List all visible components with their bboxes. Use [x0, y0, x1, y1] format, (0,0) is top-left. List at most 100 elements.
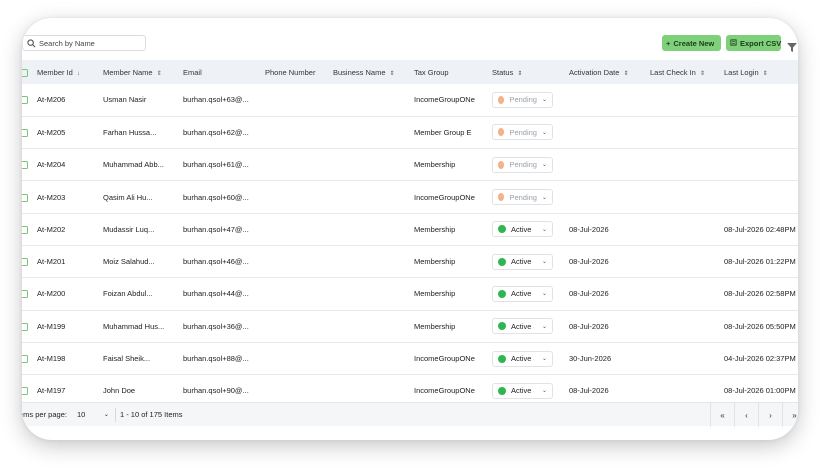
- status-dropdown[interactable]: Pending ⌄: [492, 156, 553, 173]
- status-dropdown[interactable]: Pending ⌄: [492, 189, 553, 206]
- member-id-cell: At-M204: [37, 149, 103, 181]
- status-dropdown[interactable]: Pending ⌄: [492, 91, 553, 108]
- last-page-icon[interactable]: »: [782, 403, 798, 427]
- row-checkbox[interactable]: [22, 128, 28, 137]
- row-checkbox[interactable]: [22, 161, 28, 170]
- row-checkbox[interactable]: [22, 290, 28, 299]
- row-checkbox[interactable]: [22, 193, 28, 202]
- status-dropdown[interactable]: Active ⌄: [492, 382, 553, 399]
- row-checkbox[interactable]: [22, 225, 28, 234]
- status-cell: Pending ⌄: [492, 84, 569, 116]
- search-box[interactable]: [22, 35, 146, 51]
- phone-cell: [265, 149, 333, 181]
- chevron-down-icon: ⌄: [541, 388, 547, 395]
- member-name-text: Muhammad Hus...: [103, 321, 165, 331]
- tax-group-cell: Membership: [414, 310, 492, 342]
- row-checkbox-cell[interactable]: [22, 310, 37, 342]
- column-header-activation-date[interactable]: Activation Date ⇕: [569, 60, 650, 84]
- row-checkbox-cell[interactable]: [22, 245, 37, 277]
- create-new-button[interactable]: + Create New: [662, 35, 721, 51]
- member-name-text: Farhan Hussa...: [103, 127, 157, 137]
- row-checkbox-cell[interactable]: [22, 213, 37, 245]
- status-dot-icon: [498, 386, 506, 395]
- row-checkbox[interactable]: [22, 355, 28, 364]
- row-checkbox-cell[interactable]: [22, 342, 37, 374]
- items-per-page-select[interactable]: 10 ⌄: [77, 410, 109, 419]
- column-header-member-id[interactable]: Member Id ↓: [37, 60, 103, 84]
- filter-icon[interactable]: [787, 39, 797, 52]
- status-dot-icon: [498, 322, 506, 331]
- last-check-in-cell: [650, 342, 724, 374]
- sort-icon[interactable]: ⇕: [623, 70, 628, 77]
- row-checkbox-cell[interactable]: [22, 149, 37, 181]
- sort-icon[interactable]: ⇕: [390, 70, 395, 77]
- row-checkbox[interactable]: [22, 258, 28, 267]
- status-label: Pending: [509, 95, 537, 105]
- status-label: Pending: [509, 160, 537, 170]
- activation-date-text: 08-Jul-2026: [569, 321, 609, 331]
- next-page-icon[interactable]: ›: [758, 403, 782, 427]
- last-login-text: 08-Jul-2026 05:50PM: [724, 321, 796, 331]
- member-name-text: Moiz Salahud...: [103, 257, 155, 267]
- export-csv-button[interactable]: Export CSV: [726, 35, 781, 51]
- email-text: burhan.qsol+44@...: [183, 289, 249, 299]
- member-name-text: Qasim Ali Hu...: [103, 192, 153, 202]
- status-dropdown[interactable]: Active ⌄: [492, 350, 553, 367]
- select-all-checkbox[interactable]: [22, 68, 28, 77]
- row-checkbox-cell[interactable]: [22, 116, 37, 148]
- table-row[interactable]: At-M204 Muhammad Abb... burhan.qsol+61@...…: [22, 149, 798, 181]
- table-row[interactable]: At-M201 Moiz Salahud... burhan.qsol+46@...…: [22, 245, 798, 278]
- table-row[interactable]: At-M200 Foizan Abdul... burhan.qsol+44@...…: [22, 278, 798, 311]
- last-login-cell: [724, 181, 798, 213]
- row-checkbox-cell[interactable]: [22, 84, 37, 116]
- tax-group-text: IncomeGroupONe: [414, 192, 475, 202]
- last-login-text: 04-Jul-2026 02:37PM: [724, 354, 796, 364]
- table-row[interactable]: At-M206 Usman Nasir burhan.qsol+63@... Inco…: [22, 84, 798, 117]
- plus-icon: +: [666, 38, 671, 48]
- sort-icon[interactable]: ⇕: [157, 70, 162, 77]
- activation-date-cell: 08-Jul-2026: [569, 213, 650, 245]
- status-label: Active: [511, 321, 532, 331]
- table-row[interactable]: At-M199 Muhammad Hus... burhan.qsol+36@...…: [22, 310, 798, 343]
- status-dropdown[interactable]: Active ⌄: [492, 221, 553, 238]
- activation-date-cell: [569, 116, 650, 148]
- status-label: Active: [511, 386, 532, 396]
- column-header-last-check-in[interactable]: Last Check In ⇕: [650, 60, 724, 84]
- select-all-checkbox-cell[interactable]: [22, 60, 37, 84]
- row-checkbox[interactable]: [22, 387, 28, 396]
- last-check-in-cell: [650, 149, 724, 181]
- tax-group-text: IncomeGroupONe: [414, 95, 475, 105]
- row-checkbox-cell[interactable]: [22, 181, 37, 213]
- table-row[interactable]: At-M205 Farhan Hussa... burhan.qsol+62@...…: [22, 116, 798, 149]
- column-header-phone: Phone Number: [265, 67, 316, 77]
- prev-page-icon[interactable]: ‹: [734, 403, 758, 427]
- row-checkbox[interactable]: [22, 322, 28, 331]
- status-dropdown[interactable]: Active ⌄: [492, 318, 553, 335]
- column-header-status[interactable]: Status ⇕: [492, 60, 569, 84]
- search-input[interactable]: [39, 38, 139, 48]
- sort-icon[interactable]: ↓: [77, 71, 80, 77]
- sort-icon[interactable]: ⇕: [517, 70, 522, 77]
- table-row[interactable]: At-M198 Faisal Sheik... burhan.qsol+88@...…: [22, 342, 798, 375]
- table-row[interactable]: At-M202 Mudassir Luq... burhan.qsol+47@...…: [22, 213, 798, 246]
- sort-icon[interactable]: ⇕: [763, 70, 768, 77]
- sort-icon[interactable]: ⇕: [700, 70, 705, 77]
- column-header-last-login[interactable]: Last Login ⇕: [724, 60, 798, 84]
- activation-date-text: 08-Jul-2026: [569, 386, 609, 396]
- status-dropdown[interactable]: Active ⌄: [492, 285, 553, 302]
- table-row[interactable]: At-M203 Qasim Ali Hu... burhan.qsol+60@...…: [22, 181, 798, 214]
- row-checkbox[interactable]: [22, 96, 28, 105]
- status-dropdown[interactable]: Pending ⌄: [492, 124, 553, 141]
- row-checkbox-cell[interactable]: [22, 278, 37, 310]
- member-name-text: Mudassir Luq...: [103, 224, 155, 234]
- email-text: burhan.qsol+60@...: [183, 192, 249, 202]
- status-dropdown[interactable]: Active ⌄: [492, 253, 553, 270]
- column-header-member-name[interactable]: Member Name ⇕: [103, 60, 183, 84]
- column-header-business[interactable]: Business Name ⇕: [333, 60, 414, 84]
- status-label: Active: [511, 289, 532, 299]
- member-id-cell: At-M206: [37, 84, 103, 116]
- first-page-icon[interactable]: «: [710, 403, 734, 427]
- business-name-cell: [333, 342, 414, 374]
- status-dot-icon: [498, 160, 505, 169]
- export-csv-label: Export CSV: [740, 38, 782, 48]
